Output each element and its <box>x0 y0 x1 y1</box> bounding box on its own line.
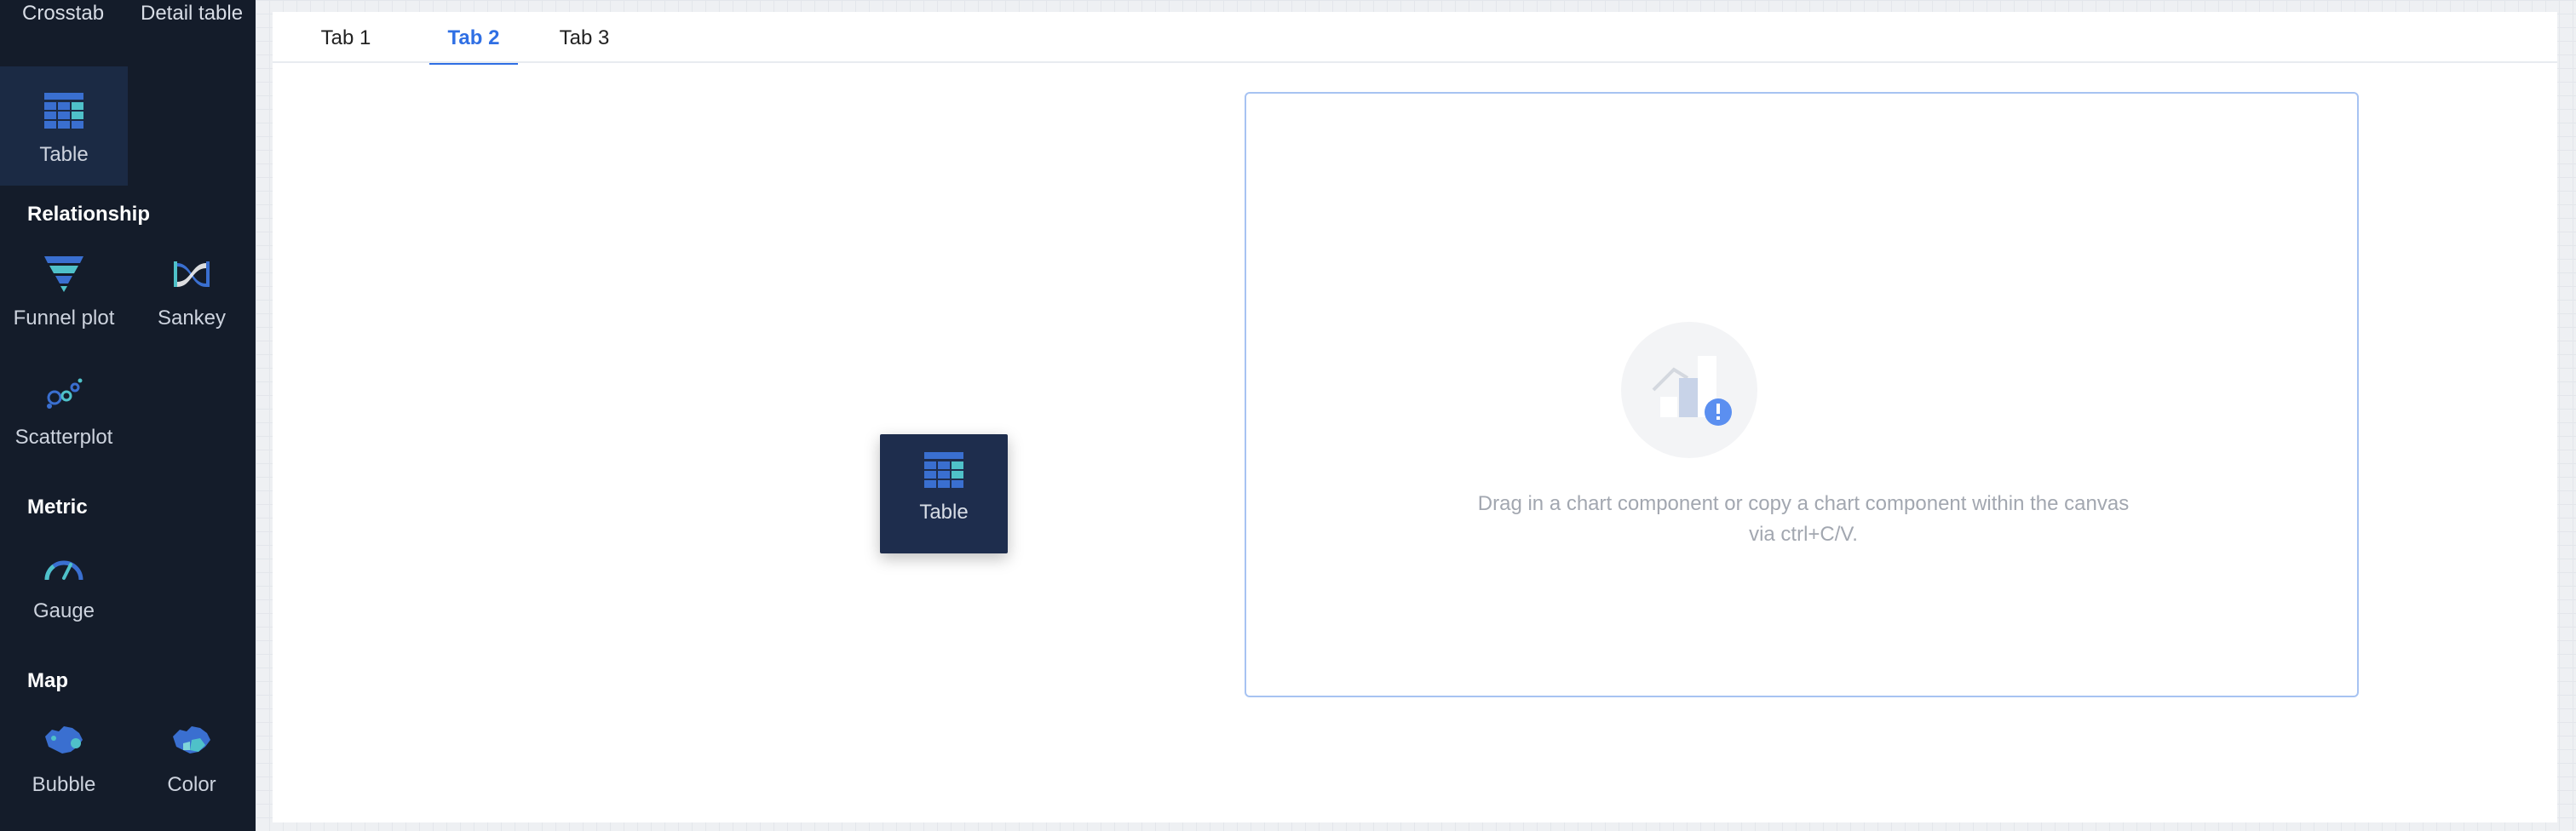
sidebar-item-gauge[interactable]: Gauge <box>0 523 128 642</box>
empty-canvas-message: Drag in a chart component or copy a char… <box>1331 489 2275 550</box>
sidebar-item-label: Gauge <box>32 599 95 622</box>
sidebar-item-color-map[interactable]: Color <box>128 696 256 816</box>
empty-message-line-2: via ctrl+C/V. <box>1749 523 1858 546</box>
gauge-icon <box>40 543 88 591</box>
sidebar-item-label: Color <box>167 773 216 796</box>
tab-3[interactable]: Tab 3 <box>559 12 610 63</box>
sidebar-top-row: Crosstab Detail table <box>0 0 256 31</box>
sankey-icon <box>168 250 216 298</box>
table-icon <box>40 87 88 135</box>
bubble-map-icon <box>40 717 88 765</box>
table-icon <box>920 446 968 494</box>
sidebar-item-scatterplot[interactable]: Scatterplot <box>0 349 128 468</box>
color-map-icon <box>168 717 216 765</box>
empty-chart-icon <box>1621 322 1757 458</box>
sidebar-item-funnel-plot[interactable]: Funnel plot <box>0 230 128 349</box>
section-heading-map: Map <box>27 669 68 692</box>
sidebar-item-sankey[interactable]: Sankey <box>128 230 256 349</box>
funnel-icon <box>40 250 88 298</box>
chart-drop-zone[interactable]: Drag in a chart component or copy a char… <box>1245 92 2359 697</box>
scatter-icon <box>40 370 88 417</box>
drag-ghost-label: Table <box>919 501 969 524</box>
sidebar-item-bubble-map[interactable]: Bubble <box>0 696 128 816</box>
app-root: Crosstab Detail table Table Relationship… <box>0 0 2576 831</box>
section-heading-relationship: Relationship <box>27 203 151 226</box>
tab-2[interactable]: Tab 2 <box>429 12 518 65</box>
sidebar-item-table[interactable]: Table <box>0 66 128 186</box>
section-heading-metric: Metric <box>27 496 88 519</box>
component-sidebar: Crosstab Detail table Table Relationship… <box>0 0 256 831</box>
sidebar-item-label: Sankey <box>157 307 227 330</box>
drag-ghost-table[interactable]: Table <box>880 434 1008 553</box>
sidebar-item-label: Funnel plot <box>13 307 115 330</box>
tab-bar: Tab 1 Tab 2 Tab 3 <box>273 12 2557 65</box>
detail-table-item[interactable]: Detail table <box>141 2 243 26</box>
dashboard-panel: Tab 1 Tab 2 Tab 3 Drag in a chart compon… <box>273 12 2557 822</box>
crosstab-item[interactable]: Crosstab <box>22 2 104 26</box>
sidebar-item-label: Scatterplot <box>14 426 113 449</box>
empty-message-line-1: Drag in a chart component or copy a char… <box>1477 492 2130 515</box>
sidebar-item-label: Table <box>39 143 89 166</box>
tab-1[interactable]: Tab 1 <box>320 12 371 63</box>
sidebar-item-label: Bubble <box>32 773 96 796</box>
